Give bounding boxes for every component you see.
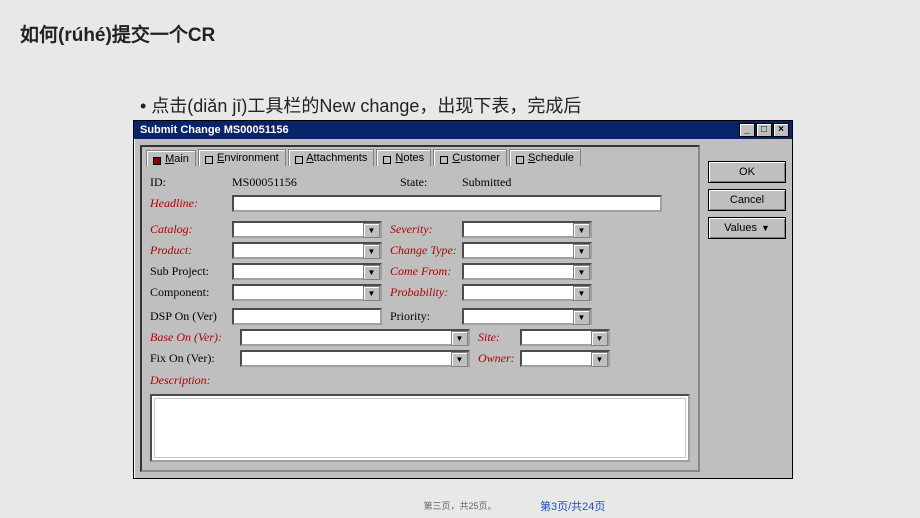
label-severity: Severity: xyxy=(382,222,462,237)
footer-page-number: 第3页/共24页 xyxy=(540,498,605,514)
form-grid: ID: MS00051156 State: Submitted Headline… xyxy=(142,166,698,470)
label-product: Product: xyxy=(150,243,232,258)
close-button[interactable]: × xyxy=(773,123,789,137)
label-owner: Owner: xyxy=(470,351,520,366)
label-dsp-on: DSP On (Ver) xyxy=(150,309,232,324)
tab-indicator-icon xyxy=(153,157,161,165)
window-controls: _ □ × xyxy=(739,123,789,137)
label-state: State: xyxy=(392,175,462,190)
base-on-select[interactable] xyxy=(240,329,470,346)
tab-environment[interactable]: Environment xyxy=(198,149,286,166)
tab-indicator-icon xyxy=(205,156,213,164)
label-catalog: Catalog: xyxy=(150,222,232,237)
label-headline: Headline: xyxy=(150,196,232,211)
tab-schedule[interactable]: Schedule xyxy=(509,149,581,166)
component-select[interactable] xyxy=(232,284,382,301)
ok-button[interactable]: OK xyxy=(708,161,786,183)
submit-change-dialog: Submit Change MS00051156 _ □ × Main Envi… xyxy=(133,120,793,479)
fix-on-select[interactable] xyxy=(240,350,470,367)
label-sub-project: Sub Project: xyxy=(150,264,232,279)
value-id: MS00051156 xyxy=(232,175,392,190)
tab-notes[interactable]: Notes xyxy=(376,149,431,166)
chevron-down-icon: ▼ xyxy=(761,223,770,233)
tab-strip: Main Environment Attachments Notes Custo… xyxy=(142,147,698,166)
description-textarea[interactable] xyxy=(150,394,690,462)
label-component: Component: xyxy=(150,285,232,300)
probability-select[interactable] xyxy=(462,284,592,301)
sub-project-select[interactable] xyxy=(232,263,382,280)
slide-title: 如何(rúhé)提交一个CR xyxy=(20,20,215,47)
tab-indicator-icon xyxy=(383,156,391,164)
label-come-from: Come From: xyxy=(382,264,462,279)
label-priority: Priority: xyxy=(382,309,462,324)
bullet-text: • 点击(diǎn jī)工具栏的New change，出现下表，完成后 xyxy=(140,92,581,118)
tab-customer[interactable]: Customer xyxy=(433,149,507,166)
label-base-on: Base On (Ver): xyxy=(150,330,240,345)
tab-indicator-icon xyxy=(440,156,448,164)
footer-small-text: 第三页，共25页。 xyxy=(0,499,920,512)
label-change-type: Change Type: xyxy=(382,243,462,258)
owner-select[interactable] xyxy=(520,350,610,367)
tab-attachments[interactable]: Attachments xyxy=(288,149,375,166)
priority-select[interactable] xyxy=(462,308,592,325)
value-state: Submitted xyxy=(462,175,511,190)
window-title: Submit Change MS00051156 xyxy=(140,124,289,136)
come-from-select[interactable] xyxy=(462,263,592,280)
catalog-select[interactable] xyxy=(232,221,382,238)
minimize-button[interactable]: _ xyxy=(739,123,755,137)
titlebar: Submit Change MS00051156 _ □ × xyxy=(134,121,792,139)
tab-main[interactable]: Main xyxy=(146,150,196,167)
label-id: ID: xyxy=(150,175,232,190)
side-buttons: OK Cancel Values▼ xyxy=(708,145,786,472)
tab-indicator-icon xyxy=(516,156,524,164)
cancel-button[interactable]: Cancel xyxy=(708,189,786,211)
form-area: Main Environment Attachments Notes Custo… xyxy=(140,145,700,472)
values-button[interactable]: Values▼ xyxy=(708,217,786,239)
severity-select[interactable] xyxy=(462,221,592,238)
label-site: Site: xyxy=(470,330,520,345)
maximize-button[interactable]: □ xyxy=(756,123,772,137)
label-description: Description: xyxy=(150,373,232,388)
change-type-select[interactable] xyxy=(462,242,592,259)
headline-input[interactable] xyxy=(232,195,662,212)
dsp-on-input[interactable] xyxy=(232,308,382,325)
label-probability: Probability: xyxy=(382,285,462,300)
label-fix-on: Fix On (Ver): xyxy=(150,351,240,366)
product-select[interactable] xyxy=(232,242,382,259)
tab-indicator-icon xyxy=(295,156,303,164)
site-select[interactable] xyxy=(520,329,610,346)
